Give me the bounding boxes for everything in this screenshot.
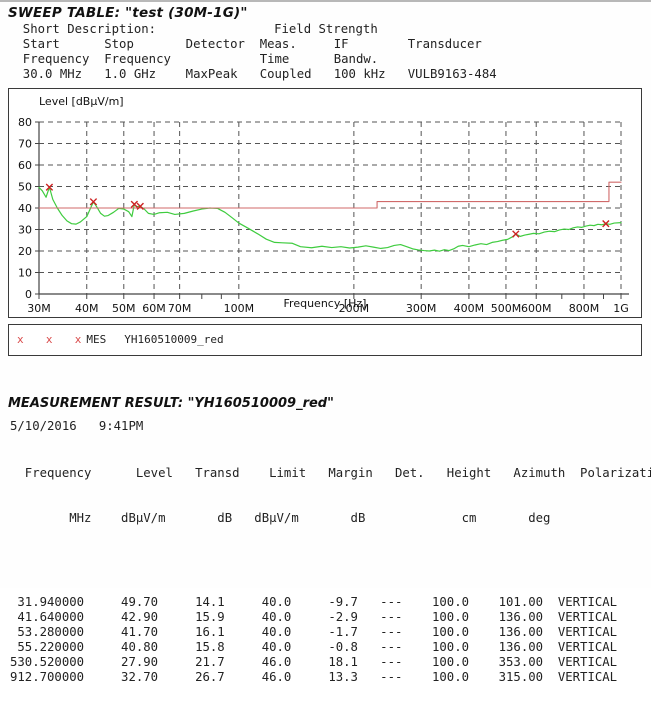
sweep-header-row-2: Frequency Frequency Time Bandw. bbox=[8, 52, 643, 67]
legend-marker-icon: x x x bbox=[17, 333, 84, 346]
result-rows-container: 31.940000 49.70 14.1 40.0 -9.7 --- 100.0… bbox=[10, 595, 651, 685]
table-row: 530.520000 27.90 21.7 46.0 18.1 --- 100.… bbox=[10, 655, 651, 670]
legend-row: x x x MES YH160510009_red bbox=[17, 333, 224, 346]
chart-x-axis-label: Frequency [Hz] bbox=[9, 297, 641, 310]
y-tick-label: 40 bbox=[18, 202, 32, 215]
result-header-row-2: MHz dBµV/m dB dBµV/m dB cm deg bbox=[10, 511, 651, 526]
measurement-result-title: MEASUREMENT RESULT: "YH160510009_red" bbox=[8, 396, 334, 411]
table-row: 31.940000 49.70 14.1 40.0 -9.7 --- 100.0… bbox=[10, 595, 651, 610]
chart-legend: x x x MES YH160510009_red bbox=[8, 324, 642, 356]
sweep-table-title: SWEEP TABLE: "test (30M-1G)" bbox=[8, 5, 643, 21]
sweep-header-row-1: Start Stop Detector Meas. IF Transducer bbox=[8, 37, 643, 52]
sweep-values-row: 30.0 MHz 1.0 GHz MaxPeak Coupled 100 kHz… bbox=[8, 67, 643, 82]
result-header-row-1: Frequency Level Transd Limit Margin Det.… bbox=[10, 466, 651, 481]
y-tick-label: 50 bbox=[18, 181, 32, 194]
legend-series-name: YH160510009_red bbox=[124, 333, 223, 346]
page-top-rule bbox=[0, 0, 651, 2]
chart-plot-area[interactable]: 0102030405060708030M40M50M60M70M100M200M… bbox=[9, 89, 640, 316]
table-row: 55.220000 40.80 15.8 40.0 -0.8 --- 100.0… bbox=[10, 640, 651, 655]
result-header-spacer bbox=[10, 556, 651, 565]
measurement-result-table: Frequency Level Transd Limit Margin Det.… bbox=[10, 436, 651, 715]
y-tick-label: 70 bbox=[18, 138, 32, 151]
sweep-short-description-value: Field Strength bbox=[274, 22, 378, 36]
table-row: 53.280000 41.70 16.1 40.0 -1.7 --- 100.0… bbox=[10, 625, 651, 640]
y-tick-label: 30 bbox=[18, 224, 32, 237]
table-row: 41.640000 42.90 15.9 40.0 -2.9 --- 100.0… bbox=[10, 610, 651, 625]
measurement-result-datetime: 5/10/2016 9:41PM bbox=[10, 419, 143, 433]
legend-series-kind: MES bbox=[86, 333, 106, 346]
measurement-trace-series bbox=[39, 187, 621, 251]
sweep-short-description-row: Short Description: Field Strength bbox=[8, 22, 643, 37]
y-tick-label: 60 bbox=[18, 159, 32, 172]
spectrum-chart[interactable]: Level [dBµV/m] 0102030405060708030M40M50… bbox=[8, 88, 642, 318]
sweep-table-block: SWEEP TABLE: "test (30M-1G)" Short Descr… bbox=[8, 5, 643, 82]
y-tick-label: 10 bbox=[18, 267, 32, 280]
report-page: SWEEP TABLE: "test (30M-1G)" Short Descr… bbox=[0, 0, 651, 588]
y-tick-label: 20 bbox=[18, 245, 32, 258]
sweep-short-description-label: Short Description: bbox=[8, 22, 156, 36]
y-tick-label: 80 bbox=[18, 116, 32, 129]
table-row: 912.700000 32.70 26.7 46.0 13.3 --- 100.… bbox=[10, 670, 651, 685]
